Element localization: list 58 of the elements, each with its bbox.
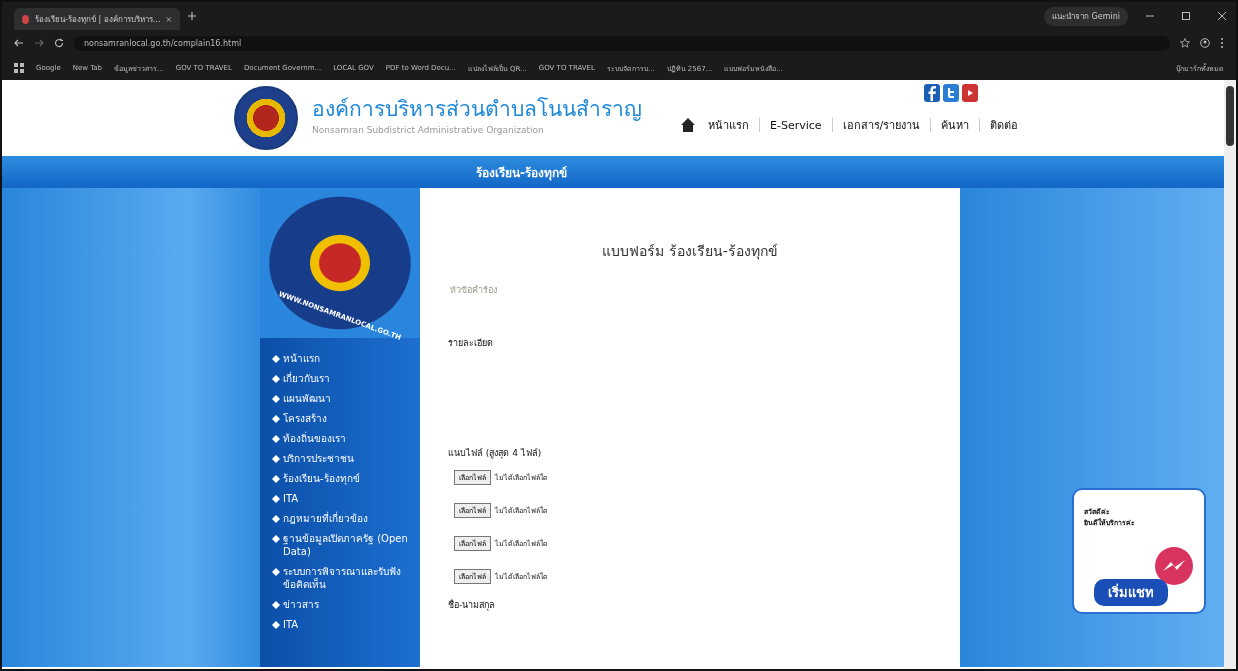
diamond-bullet-icon [272,395,280,403]
form-title: แบบฟอร์ม ร้องเรียน-ร้องทุกข์ [601,242,779,262]
nav-link[interactable]: ค้นหา [941,116,970,134]
forward-icon[interactable] [34,38,44,48]
reload-icon[interactable] [54,38,64,48]
youtube-icon[interactable] [962,84,979,102]
field-label: ชื่อ-นามสกุล [448,598,497,612]
close-icon[interactable] [166,15,172,23]
diamond-bullet-icon [272,375,280,383]
sidebar-link[interactable]: กฎหมายที่เกี่ยวข้อง [272,512,416,525]
browser-tab[interactable]: ร้องเรียน-ร้องทุกข์ | องค์การบริหาร... [14,8,180,30]
star-icon[interactable] [1180,38,1190,48]
gemini-button[interactable]: แนะนำจาก Gemini [1044,6,1128,26]
diamond-bullet-icon [272,355,280,363]
field-label: แนบไฟล์ (สูงสุด 4 ไฟล์) [448,447,543,460]
site-title: องค์การบริหารส่วนตำบลโนนสำราญ [312,96,642,123]
diamond-bullet-icon [272,475,280,483]
address-bar[interactable]: nonsamranlocal.go.th/complain16.html [74,35,1170,51]
nav-link[interactable]: ติดต่อ [990,116,1019,134]
diamond-bullet-icon [272,455,280,463]
diamond-bullet-icon [272,535,280,543]
scrollbar-thumb[interactable] [1226,86,1234,146]
nav-link[interactable]: E-Service [770,118,822,132]
diamond-bullet-icon [272,515,280,523]
sidebar-link[interactable]: หน้าแรก [272,352,416,365]
sidebar-link[interactable]: ฐานข้อมูลเปิดภาครัฐ (Open Data) [272,532,416,558]
messenger-icon [1154,546,1194,586]
sidebar-link[interactable]: บริการประชาชน [272,452,416,465]
sidebar-link[interactable]: เกี่ยวกับเรา [272,372,416,385]
page-banner-title: ร้องเรียน-ร้องทุกข์ [476,164,567,182]
profile-icon[interactable] [1200,38,1210,48]
sidebar-link[interactable]: ITA [272,618,416,631]
sidebar-link[interactable]: ท้องถิ่นของเรา [272,432,416,445]
sidebar-link[interactable]: ร้องเรียน-ร้องทุกข์ [272,472,416,485]
menu-icon[interactable] [1220,37,1224,49]
facebook-icon[interactable] [924,84,941,102]
diamond-bullet-icon [272,495,280,503]
diamond-bullet-icon [272,601,280,609]
start-chat-button[interactable]: เริ่มแชท [1094,579,1168,606]
diamond-bullet-icon [272,435,280,443]
nav-link[interactable]: หน้าแรก [708,116,749,134]
sidebar-link[interactable]: ระบบการพิจารณาและรับฟังข้อคิดเห็น [272,565,416,591]
sidebar-link[interactable]: ITA [272,492,416,505]
back-icon[interactable] [14,38,24,48]
diamond-bullet-icon [272,568,280,576]
sidebar-link[interactable]: โครงสร้าง [272,412,416,425]
sidebar-link[interactable]: แผนพัฒนา [272,392,416,405]
site-subtitle: Nonsamran Subdistrict Administrative Organization [312,125,545,135]
sidebar-link[interactable]: ข่าวสาร [272,598,416,611]
field-label: รายละเอียด [448,337,494,350]
nav-link[interactable]: เอกสาร/รายงาน [842,116,921,134]
twitter-icon[interactable] [943,84,960,102]
diamond-bullet-icon [272,415,280,423]
apps-grid-icon[interactable] [14,63,24,73]
home-icon[interactable] [680,117,696,133]
site-favicon-icon [22,14,30,24]
diamond-bullet-icon [272,621,280,629]
new-tab-icon[interactable] [188,12,196,20]
